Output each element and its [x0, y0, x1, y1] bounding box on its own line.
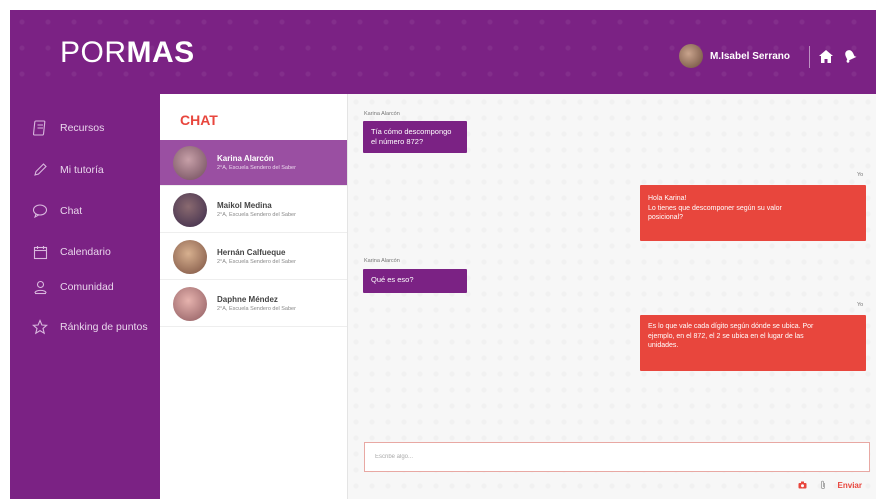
chat-list-title: CHAT [180, 112, 218, 128]
contact-school: 2°A, Escuela Sendero del Saber [217, 306, 296, 312]
contact-item[interactable]: Maikol Medina 2°A, Escuela Sendero del S… [160, 187, 347, 233]
sidebar-item-recursos[interactable]: Recursos [32, 120, 104, 136]
calendar-icon [32, 244, 48, 260]
compose-toolbar: Enviar [798, 480, 862, 490]
contact-item[interactable]: Hernán Calfueque 2°A, Escuela Sendero de… [160, 234, 347, 280]
message-bubble-incoming: Tía cómo descompongo el número 872? [363, 121, 467, 153]
message-bubble-outgoing: Es lo que vale cada dígito según dónde s… [640, 315, 866, 371]
message-compose-box [364, 442, 870, 472]
sidebar-item-label: Comunidad [60, 281, 114, 293]
star-icon [32, 319, 48, 335]
logo[interactable]: PORMAS [60, 36, 195, 70]
header-divider [809, 46, 810, 68]
app-window: PORMAS M.Isabel Serrano Recursos Mi tuto… [10, 10, 876, 499]
message-bubble-incoming: Qué es eso? [363, 269, 467, 293]
send-button[interactable]: Enviar [838, 481, 862, 490]
sidebar-item-chat[interactable]: Chat [32, 203, 82, 219]
message-sender: Yo [857, 302, 864, 308]
book-icon [32, 120, 48, 136]
home-icon[interactable] [816, 46, 836, 66]
message-line: Lo tienes que descomponer según su valor [648, 204, 782, 212]
message-line: unidades. [648, 342, 679, 349]
contact-name: Daphne Méndez [217, 295, 278, 304]
user-name: M.Isabel Serrano [709, 50, 790, 62]
sidebar-item-label: Ránking de puntos [60, 321, 148, 333]
contact-item[interactable]: Daphne Méndez 2°A, Escuela Sendero del S… [160, 281, 347, 327]
message-sender: Karina Alarcón [364, 111, 400, 117]
sidebar-item-label: Calendario [60, 246, 111, 258]
contact-name: Maikol Medina [217, 201, 272, 210]
chat-bubble-icon [32, 203, 48, 219]
sidebar-item-ranking[interactable]: Ránking de puntos [32, 319, 148, 335]
message-bubble-outgoing: Hola Karina! Lo tienes que descomponer s… [640, 185, 866, 241]
contact-school: 2°A, Escuela Sendero del Saber [217, 212, 296, 218]
message-line: posicional? [648, 214, 684, 221]
top-header: PORMAS M.Isabel Serrano [10, 10, 876, 94]
contact-name: Hernán Calfueque [217, 248, 286, 257]
paperclip-icon[interactable] [818, 480, 828, 490]
sidebar: Recursos Mi tutoría Chat Calendario Comu… [10, 94, 160, 499]
message-input[interactable] [365, 443, 869, 471]
logo-light-text: POR [60, 36, 127, 69]
sidebar-item-label: Recursos [60, 122, 105, 134]
avatar [173, 192, 207, 227]
people-icon [32, 279, 48, 295]
message-line: Es lo que vale cada dígito según dónde s… [648, 323, 814, 330]
message-line: Hola Karina! [648, 195, 687, 202]
sidebar-item-mi-tutoria[interactable]: Mi tutoría [32, 162, 104, 178]
message-line: Qué es eso? [371, 275, 414, 284]
contact-name: Karina Alarcón [217, 154, 274, 163]
camera-icon[interactable] [798, 480, 808, 490]
avatar [173, 239, 207, 274]
conversation-panel [347, 94, 876, 499]
message-sender: Yo [857, 172, 864, 178]
message-line: ejemplo, en el 872, el 2 se ubica en el … [648, 332, 804, 340]
sidebar-item-label: Chat [60, 205, 83, 217]
user-avatar [678, 44, 703, 68]
sidebar-item-comunidad[interactable]: Comunidad [32, 279, 114, 295]
contact-item[interactable]: Karina Alarcón 2°A, Escuela Sendero del … [160, 140, 347, 186]
pencil-icon [32, 162, 48, 178]
contact-school: 2°A, Escuela Sendero del Saber [217, 259, 296, 265]
logo-bold-text: MAS [126, 36, 195, 69]
sidebar-item-calendario[interactable]: Calendario [32, 244, 111, 260]
chat-list-panel: CHAT Karina Alarcón 2°A, Escuela Sendero… [160, 94, 347, 499]
avatar [173, 145, 207, 180]
message-line: el número 872? [371, 137, 424, 146]
contact-school: 2°A, Escuela Sendero del Saber [217, 165, 296, 171]
bell-icon[interactable] [840, 46, 860, 66]
message-line: Tía cómo descompongo [371, 127, 452, 136]
sidebar-item-label: Mi tutoría [60, 164, 104, 176]
user-profile[interactable]: M.Isabel Serrano [678, 44, 790, 68]
message-sender: Karina Alarcón [364, 258, 400, 264]
avatar [173, 286, 207, 321]
